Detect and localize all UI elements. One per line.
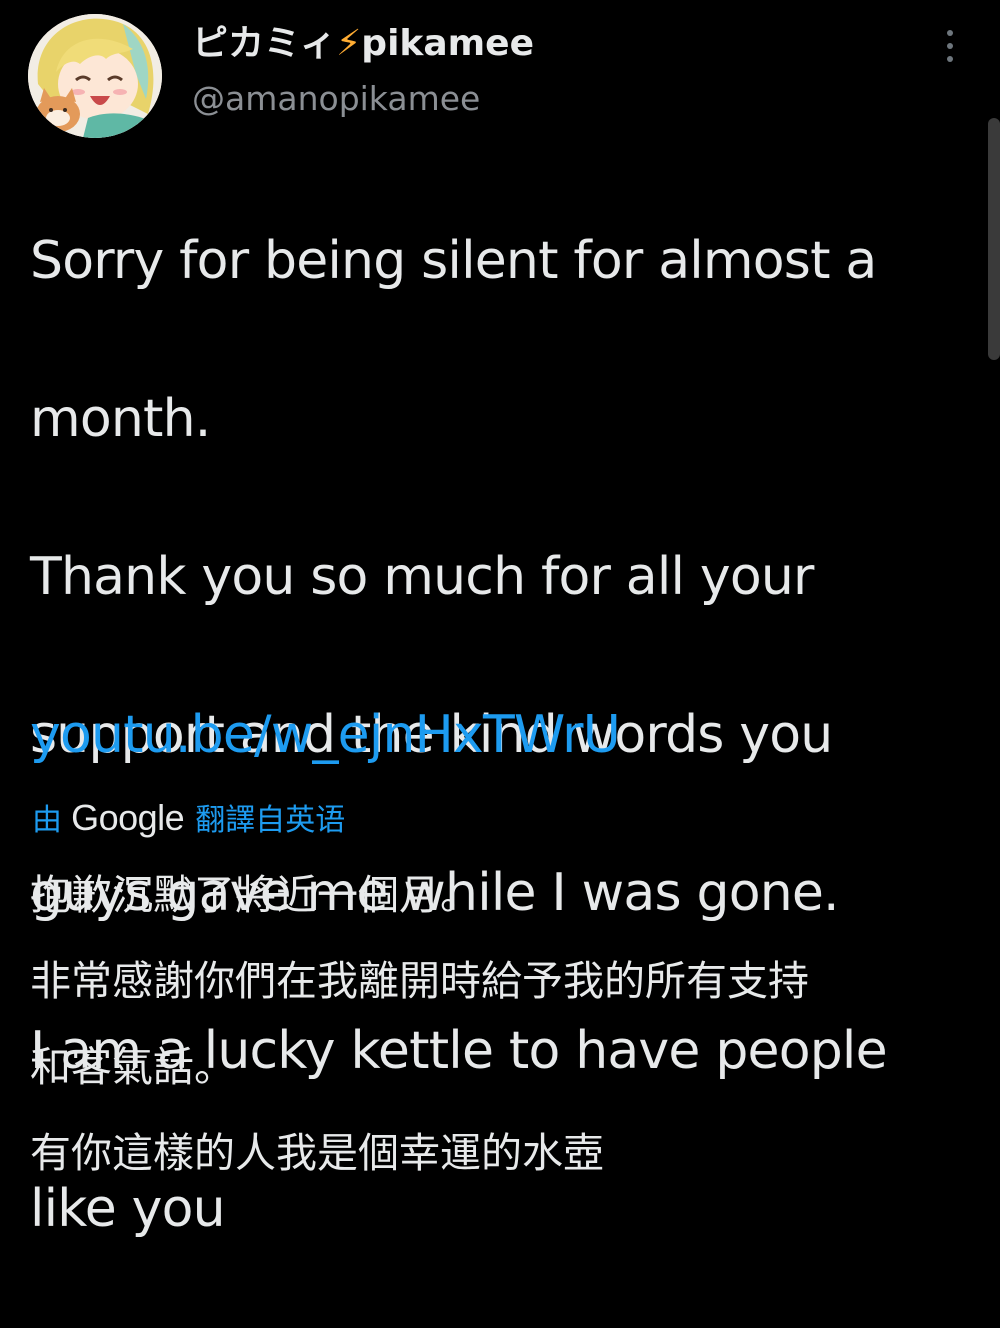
translated-line: 非常感謝你們在我離開時給予我的所有支持 (30, 957, 809, 1005)
tweet-text-line: Thank you so much for all your (30, 547, 814, 607)
avatar[interactable] (28, 14, 162, 138)
scrollbar[interactable] (988, 118, 1000, 360)
translated-line: 有你這樣的人我是個幸運的水壺 (30, 1129, 604, 1177)
translated-by-label: 由 (32, 803, 62, 838)
translated-text: 抱歉沉默了將近一個月。 非常感謝你們在我離開時給予我的所有支持 和客氣話。 有你… (30, 852, 970, 1196)
anime-character-avatar-icon (28, 14, 162, 138)
display-name-suffix: pikamee (361, 23, 534, 64)
translated-line: 和客氣話。 (30, 1043, 235, 1091)
google-logo: Google (71, 797, 185, 838)
author-handle[interactable]: @amanopikamee (192, 74, 534, 124)
translated-line: 抱歉沉默了將近一個月。 (30, 871, 481, 919)
tweet-text-line: month. (30, 389, 211, 449)
youtube-link[interactable]: youtu.be/w_ejnHxTWrU (30, 696, 621, 775)
tweet-text-line: Sorry for being silent for almost a (30, 231, 877, 291)
translation-attribution: 由 Google 翻譯自英语 (32, 794, 345, 842)
more-vertical-icon[interactable] (938, 28, 962, 68)
author-display-name[interactable]: ピカミィ⚡pikamee (192, 18, 534, 70)
author-names: ピカミィ⚡pikamee @amanopikamee (192, 18, 534, 124)
tweet-header: ピカミィ⚡pikamee @amanopikamee (28, 14, 978, 144)
display-name-text: ピカミィ (192, 23, 337, 64)
translated-from-label[interactable]: 翻譯自英语 (195, 803, 345, 838)
lightning-bolt-icon: ⚡ (336, 23, 362, 64)
tweet: ピカミィ⚡pikamee @amanopikamee Sorry for bei… (0, 0, 1000, 1239)
